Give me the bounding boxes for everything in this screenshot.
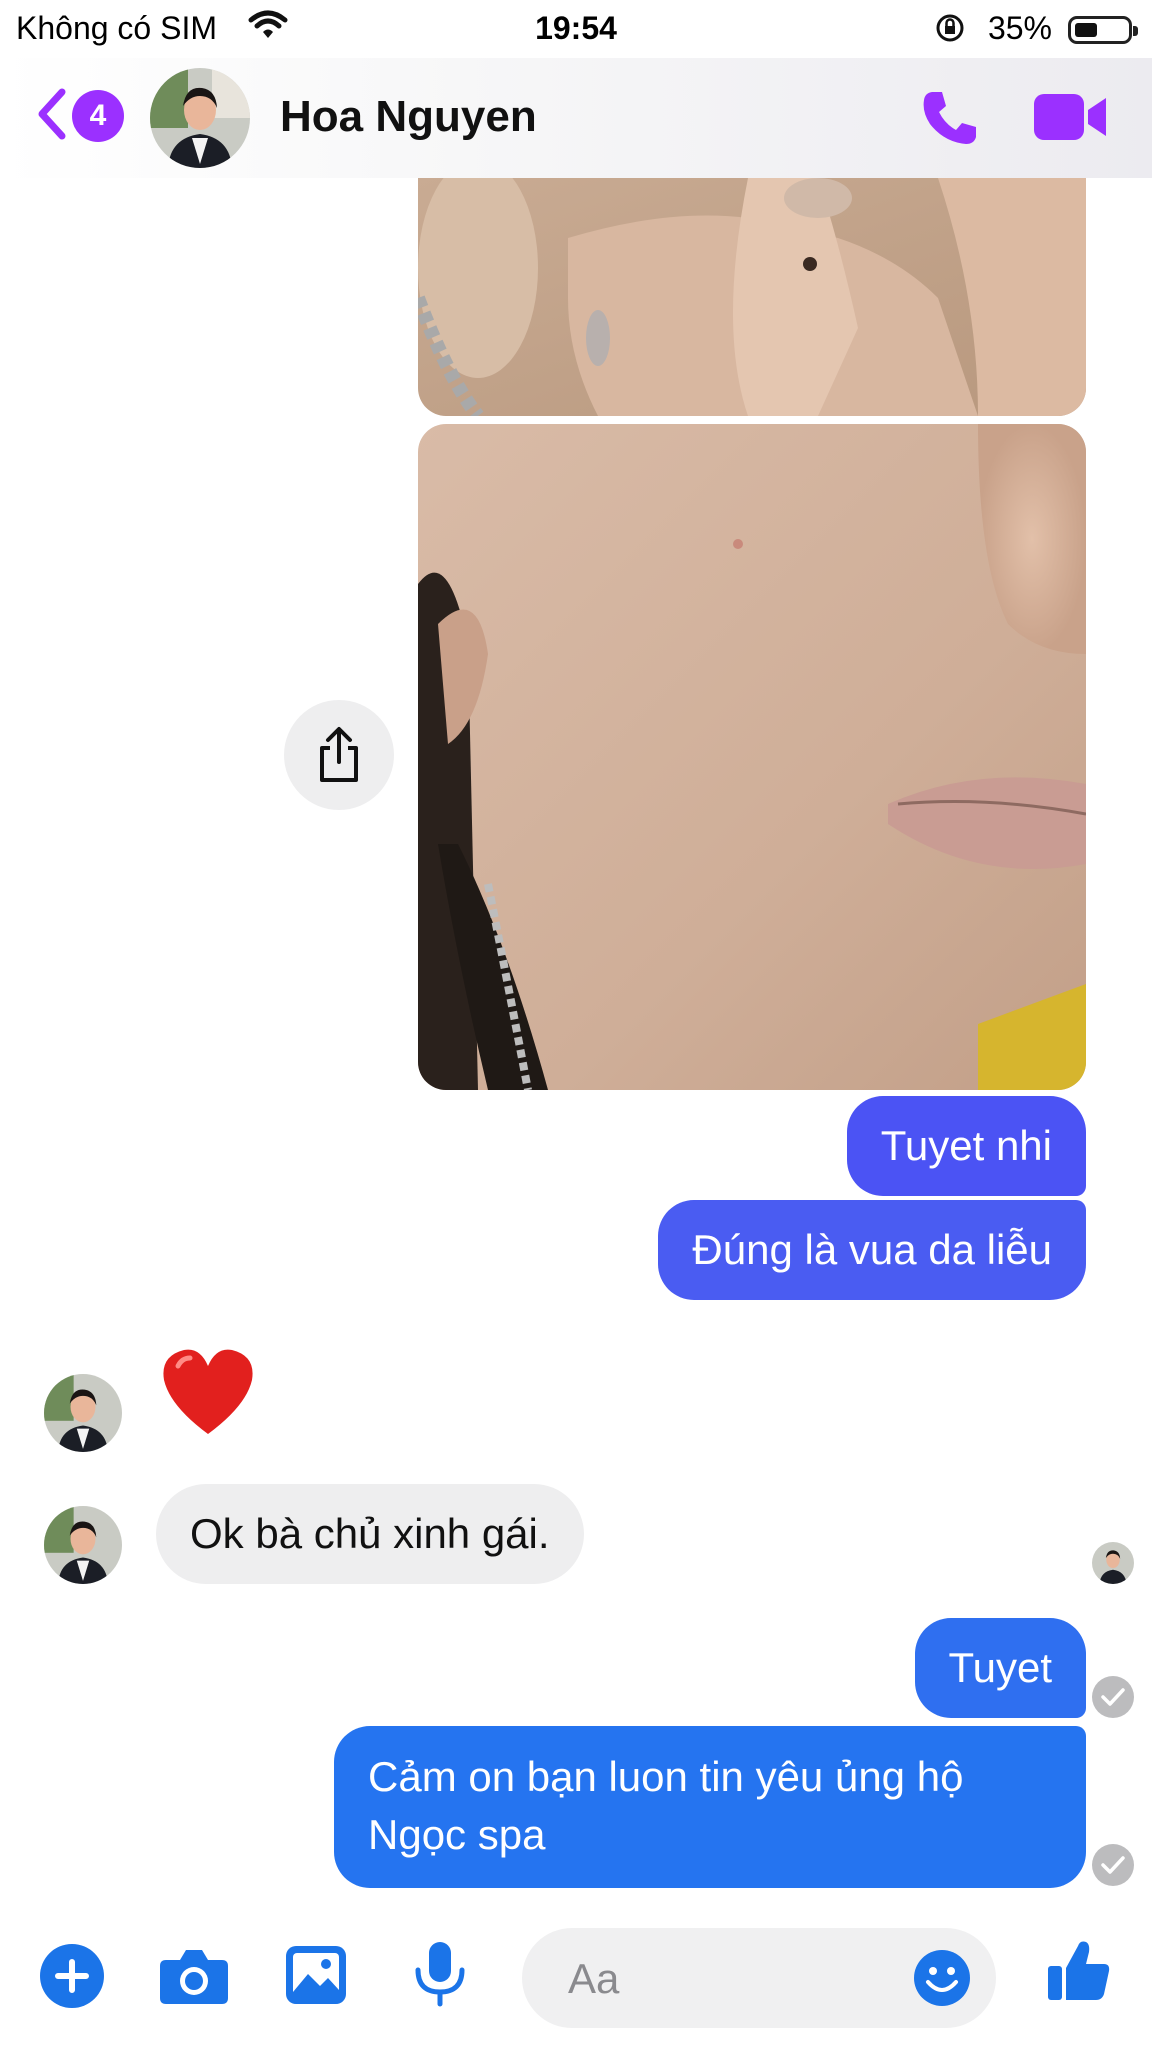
shared-photo-2[interactable] [418, 424, 1086, 1090]
heart-icon[interactable] [160, 1346, 256, 1443]
plus-icon[interactable] [40, 1944, 104, 2008]
message-line: Ngọc spa [368, 1811, 546, 1858]
clock: 19:54 [535, 10, 617, 46]
microphone-icon[interactable] [412, 1940, 468, 2013]
message-composer [0, 1916, 1152, 2048]
message-input-field[interactable] [522, 1928, 996, 2028]
share-button[interactable] [284, 700, 394, 810]
incoming-message[interactable]: Ok bà chủ xinh gái. [156, 1484, 584, 1584]
outgoing-message[interactable]: Đúng là vua da liễu [658, 1200, 1086, 1300]
delivered-check-icon [1092, 1676, 1134, 1718]
like-icon[interactable] [1046, 1938, 1112, 2009]
shared-photo-1[interactable] [418, 178, 1086, 416]
orientation-lock-icon [934, 12, 966, 52]
camera-icon[interactable] [158, 1946, 230, 2011]
video-call-icon[interactable] [1034, 92, 1110, 149]
seen-avatar [1092, 1542, 1134, 1584]
message-input[interactable] [566, 1948, 900, 2010]
contact-name[interactable]: Hoa Nguyen [280, 92, 537, 142]
battery-icon [1068, 16, 1138, 44]
outgoing-message[interactable]: Cảm on bạn luon tin yêu ủng hộ Ngọc spa [334, 1726, 1086, 1888]
phone-icon[interactable] [918, 86, 982, 155]
status-bar: Không có SIM 19:54 35% [0, 0, 1152, 58]
chat-header: 4 Hoa Nguyen [0, 58, 1152, 178]
contact-avatar[interactable] [150, 68, 250, 168]
back-chevron-icon[interactable] [34, 82, 70, 151]
delivered-check-icon [1092, 1844, 1134, 1886]
contact-avatar-small[interactable] [44, 1374, 122, 1452]
contact-avatar-small[interactable] [44, 1506, 122, 1584]
image-icon[interactable] [284, 1944, 348, 2011]
outgoing-message[interactable]: Tuyet [914, 1618, 1086, 1718]
unread-count-badge[interactable]: 4 [72, 90, 124, 142]
outgoing-message[interactable]: Tuyet nhi [846, 1096, 1086, 1196]
emoji-icon[interactable] [912, 1948, 972, 2013]
message-line: Cảm on bạn luon tin yêu ủng hộ [368, 1753, 964, 1800]
battery-percent: 35% [987, 10, 1052, 46]
